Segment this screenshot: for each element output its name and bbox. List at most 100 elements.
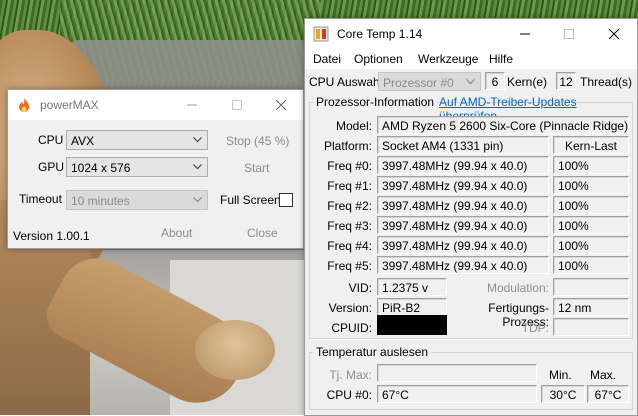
- cpu0-min-value: 30°C: [549, 388, 577, 402]
- gpu-select[interactable]: 1024 x 576: [66, 157, 208, 177]
- freq-field: 3997.48MHz (99.94 x 40.0): [377, 236, 549, 254]
- fullscreen-label: Full Screen: [220, 193, 281, 207]
- tjmax-field: [377, 364, 537, 382]
- freq-value: 3997.48MHz (99.94 x 40.0): [382, 179, 528, 193]
- process-field: 12 nm: [553, 298, 629, 316]
- cpu0-temp-label: CPU #0:: [326, 388, 372, 402]
- cpu0-min-field: 30°C: [541, 385, 585, 403]
- chevron-down-icon: [193, 164, 202, 170]
- load-value: 100%: [558, 219, 589, 233]
- model-label: Model:: [335, 119, 372, 133]
- version-field: PiR-B2: [377, 298, 447, 316]
- load-field: 100%: [553, 196, 629, 214]
- freq-value: 3997.48MHz (99.94 x 40.0): [382, 219, 528, 233]
- stop-button[interactable]: Stop (45 %): [226, 134, 289, 148]
- load-header-label: Kern-Last: [564, 139, 618, 153]
- maximize-icon: [563, 29, 574, 39]
- maximize-button[interactable]: [546, 19, 591, 49]
- freq-value: 3997.48MHz (99.94 x 40.0): [382, 239, 528, 253]
- maximize-icon: [231, 100, 242, 110]
- freq-label: Freq #3:: [327, 219, 372, 233]
- cores-count-value: 6: [491, 75, 499, 89]
- cpu-select[interactable]: AVX: [66, 130, 208, 150]
- freq-label: Freq #0:: [327, 159, 372, 173]
- cpu-select-label: CPU Auswahl:: [309, 75, 386, 89]
- dog-paw: [195, 320, 275, 380]
- threads-count: 12: [556, 72, 576, 90]
- tdp-field: [553, 318, 629, 336]
- cpuid-redacted: [377, 315, 447, 335]
- minimize-button[interactable]: [502, 19, 547, 49]
- freq-label: Freq #1:: [327, 179, 372, 193]
- load-value: 100%: [558, 239, 589, 253]
- platform-label: Platform:: [323, 139, 372, 153]
- load-field: 100%: [553, 256, 629, 274]
- chevron-down-icon: [193, 197, 202, 203]
- close-icon: [608, 29, 619, 39]
- freq-label: Freq #4:: [327, 239, 372, 253]
- close-button[interactable]: [591, 19, 636, 49]
- close-button[interactable]: [258, 90, 303, 120]
- menu-hilfe[interactable]: Hilfe: [489, 52, 513, 66]
- load-value: 100%: [558, 159, 589, 173]
- tdp-label: TDP:: [521, 321, 549, 335]
- load-value: 100%: [558, 259, 589, 273]
- close-icon: [275, 100, 286, 110]
- freq-field: 3997.48MHz (99.94 x 40.0): [377, 216, 549, 234]
- minimize-icon: [519, 33, 530, 35]
- gpu-select-value: 1024 x 576: [71, 161, 131, 175]
- modulation-field: [553, 278, 629, 296]
- fullscreen-checkbox[interactable]: [279, 193, 293, 207]
- close-app-button[interactable]: Close: [247, 226, 278, 240]
- powermax-titlebar[interactable]: powerMAX: [8, 90, 303, 120]
- cores-count: 6: [485, 72, 505, 90]
- timeout-select[interactable]: 10 minutes: [66, 190, 208, 210]
- start-button[interactable]: Start: [244, 161, 269, 175]
- freq-value: 3997.48MHz (99.94 x 40.0): [382, 159, 528, 173]
- processor-select[interactable]: Prozessor #0: [378, 72, 481, 91]
- cores-label: Kern(e): [507, 75, 548, 89]
- threads-count-value: 12: [559, 75, 573, 89]
- model-value: AMD Ryzen 5 2600 Six-Core (Pinnacle Ridg…: [382, 119, 629, 133]
- vid-label: VID:: [348, 281, 372, 295]
- version-label: Version:: [328, 301, 372, 315]
- menu-werkzeuge[interactable]: Werkzeuge: [418, 52, 478, 66]
- chevron-down-icon: [193, 137, 202, 143]
- about-button[interactable]: About: [161, 226, 192, 240]
- cpu-label: CPU: [38, 133, 64, 147]
- load-value: 100%: [558, 199, 589, 213]
- process-value: 12 nm: [558, 301, 592, 315]
- processor-info-tab: Prozessor-Information: [313, 95, 438, 109]
- menu-bar: Datei Optionen Werkzeuge Hilfe: [305, 49, 637, 69]
- cpuid-label: CPUID:: [331, 321, 372, 335]
- load-field: 100%: [553, 156, 629, 174]
- threads-label: Thread(s): [580, 75, 633, 89]
- coretemp-title: Core Temp 1.14: [337, 27, 423, 41]
- cpu0-temp-field: 67°C: [377, 385, 537, 403]
- cpu0-temp-value: 67°C: [382, 388, 409, 402]
- menu-optionen[interactable]: Optionen: [354, 52, 403, 66]
- temperature-group-title: Temperatur auslesen: [313, 345, 432, 359]
- coretemp-window: Core Temp 1.14 Datei Optionen Werkzeuge …: [304, 18, 638, 416]
- maximize-button[interactable]: [214, 90, 259, 120]
- cpu0-max-field: 67°C: [587, 385, 629, 403]
- freq-field: 3997.48MHz (99.94 x 40.0): [377, 256, 549, 274]
- thermometer-icon: [313, 26, 329, 42]
- freq-label: Freq #2:: [327, 199, 372, 213]
- menu-datei[interactable]: Datei: [313, 52, 341, 66]
- version-value: PiR-B2: [382, 301, 421, 315]
- minimize-icon: [186, 104, 197, 106]
- processor-select-value: Prozessor #0: [383, 76, 454, 90]
- min-header: Min.: [549, 368, 572, 382]
- minimize-button[interactable]: [169, 90, 214, 120]
- timeout-select-value: 10 minutes: [71, 194, 130, 208]
- freq-field: 3997.48MHz (99.94 x 40.0): [377, 156, 549, 174]
- powermax-window: powerMAX CPU AVX Stop (45 %) GPU 1024 x …: [7, 89, 304, 249]
- freq-field: 3997.48MHz (99.94 x 40.0): [377, 196, 549, 214]
- load-field: 100%: [553, 236, 629, 254]
- powermax-title: powerMAX: [40, 98, 99, 112]
- coretemp-titlebar[interactable]: Core Temp 1.14: [305, 19, 637, 49]
- load-header: Kern-Last: [553, 136, 629, 154]
- max-header: Max.: [590, 368, 617, 382]
- model-field: AMD Ryzen 5 2600 Six-Core (Pinnacle Ridg…: [377, 116, 629, 134]
